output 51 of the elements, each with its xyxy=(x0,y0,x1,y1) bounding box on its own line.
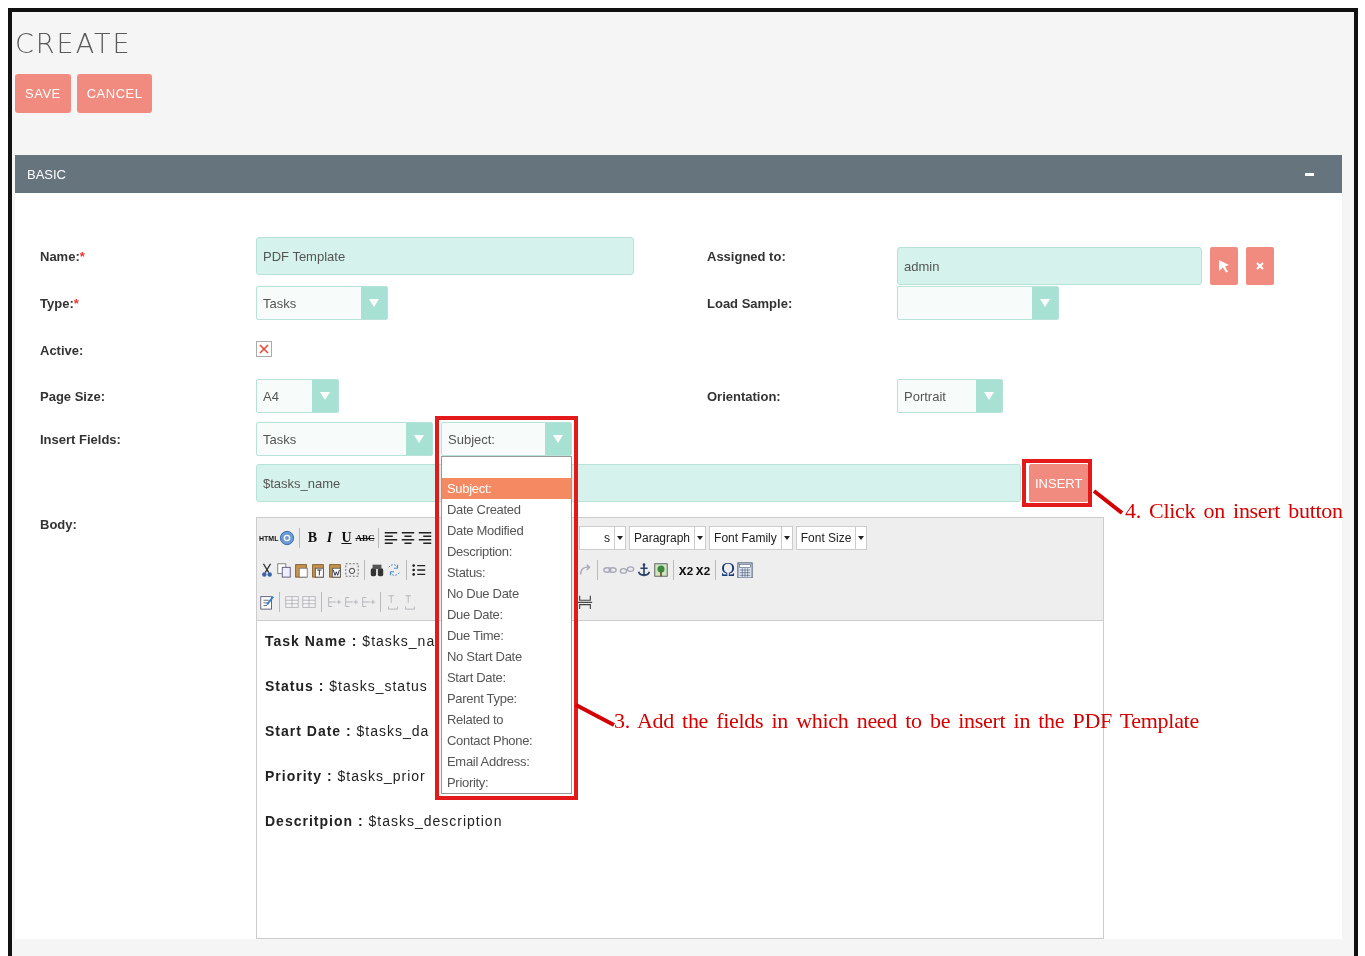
field-label: Name:* xyxy=(39,248,85,264)
toolbar-select[interactable]: s xyxy=(579,526,626,550)
field-select[interactable]: Subject: xyxy=(441,422,572,456)
close-icon xyxy=(1255,261,1265,271)
field-label: Type:* xyxy=(39,295,79,311)
active-checkbox[interactable] xyxy=(256,341,272,357)
annotation-text: 4. Click on insert button xyxy=(1125,498,1343,524)
caret-icon xyxy=(368,298,380,308)
caret-icon xyxy=(319,391,331,401)
caret-icon xyxy=(1039,298,1051,308)
type-select[interactable]: Tasks xyxy=(256,286,388,320)
caret-icon xyxy=(697,536,704,540)
caret-icon xyxy=(552,434,564,444)
collapse-icon[interactable] xyxy=(1305,172,1314,176)
caret-icon xyxy=(983,391,995,401)
italic-button[interactable]: I xyxy=(321,526,338,550)
panel-header[interactable]: BASIC xyxy=(15,155,1342,193)
body-text-line: Start Date : $tasks_da xyxy=(265,722,430,741)
caret-icon xyxy=(617,536,623,540)
body-text-line: Descritpion : $tasks_description xyxy=(265,812,503,831)
strikethrough-button[interactable]: ABC xyxy=(355,526,375,550)
cursor-icon xyxy=(1218,259,1230,273)
page-title: CREATE xyxy=(15,27,133,61)
page-size-select[interactable]: A4 xyxy=(256,379,339,413)
annotation-text: 3. Add the fields in which need to be insert in the PDF Template xyxy=(614,708,1199,734)
toolbar-select[interactable]: Paragraph xyxy=(629,526,707,550)
body-text-line: Task Name : $tasks_na xyxy=(265,632,436,651)
highlight-frame xyxy=(1022,459,1092,507)
select-user-button[interactable] xyxy=(1210,247,1238,285)
field-label: Insert Fields: xyxy=(39,431,121,447)
field-label: Assigned to: xyxy=(706,248,786,264)
field-label: Page Size: xyxy=(39,388,106,404)
orientation-select[interactable]: Portrait xyxy=(897,379,1003,413)
bold-button[interactable]: B xyxy=(304,526,321,550)
field-label: Body: xyxy=(39,517,77,532)
name-field[interactable]: PDF Template xyxy=(256,237,634,275)
field-label: Orientation: xyxy=(706,388,781,404)
panel-title: BASIC xyxy=(27,166,66,182)
body-text-line: Priority : $tasks_prior xyxy=(265,767,426,786)
underline-button[interactable]: U xyxy=(338,526,355,550)
toolbar-select[interactable]: Font Family xyxy=(709,526,793,550)
caret-icon xyxy=(858,536,865,540)
body-text-line: Status : $tasks_status xyxy=(265,677,428,696)
module-select[interactable]: Tasks xyxy=(256,422,433,456)
omega-button[interactable]: Ω xyxy=(720,558,736,582)
toolbar-select[interactable]: Font Size xyxy=(795,526,868,550)
field-label: Active: xyxy=(39,342,84,358)
assigned-to-field[interactable]: admin xyxy=(897,247,1202,285)
field-label: Load Sample: xyxy=(706,295,793,311)
caret-icon xyxy=(413,434,425,444)
caret-icon xyxy=(783,536,790,540)
